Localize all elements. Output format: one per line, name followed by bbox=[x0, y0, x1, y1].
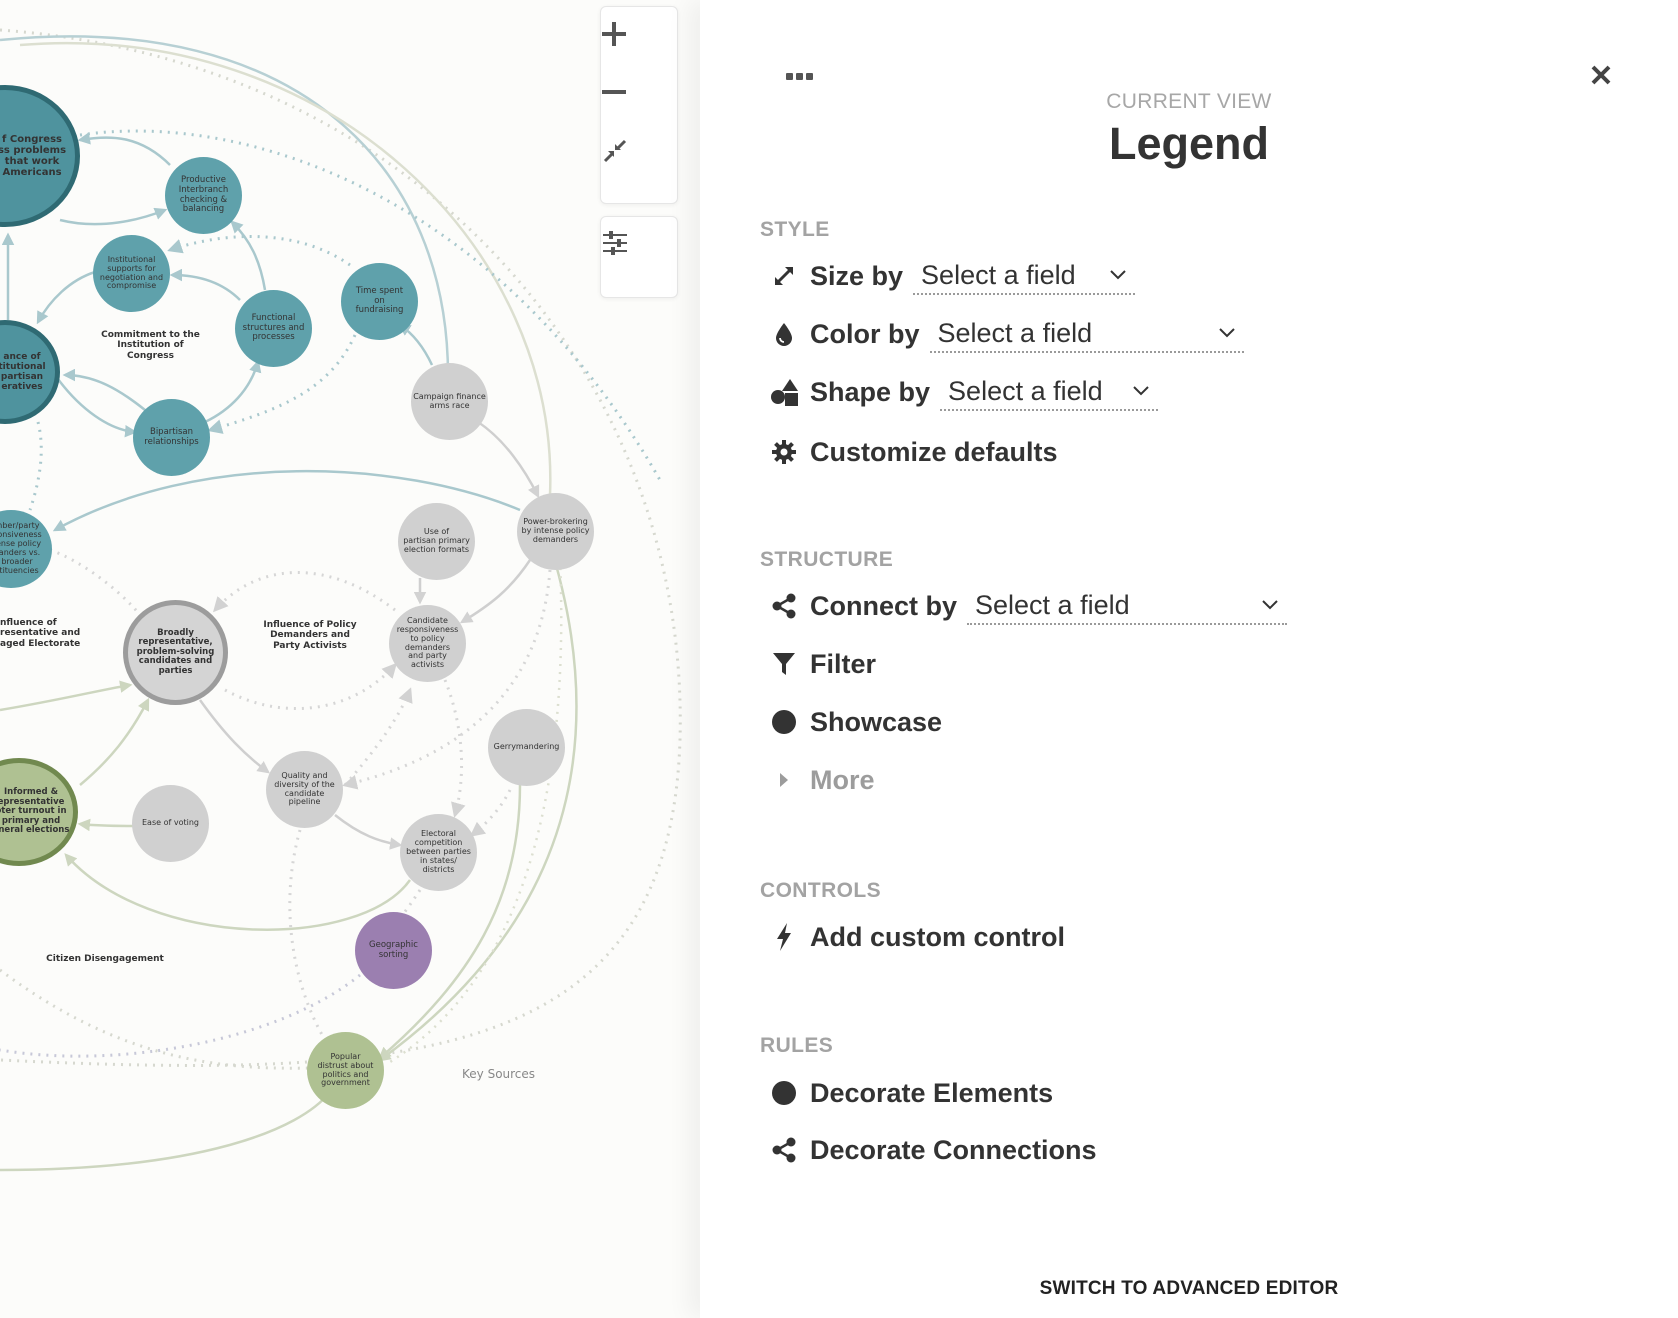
more-toggle[interactable]: More bbox=[770, 760, 875, 800]
shapes-icon bbox=[770, 378, 798, 406]
size-by-row: Size by Select a field bbox=[770, 256, 1136, 296]
map-node[interactable]: Electoral competition between parties in… bbox=[400, 814, 477, 891]
key-sources-label: Key Sources bbox=[462, 1067, 536, 1081]
section-heading-rules: RULES bbox=[760, 1034, 834, 1057]
switch-to-advanced-editor-button[interactable]: SWITCH TO ADVANCED EDITOR bbox=[700, 1278, 1678, 1300]
map-node[interactable]: Ease of voting bbox=[132, 785, 209, 862]
add-custom-control-button[interactable]: Add custom control bbox=[770, 917, 1065, 957]
current-view-label: CURRENT VIEW bbox=[1106, 90, 1272, 113]
sliders-icon bbox=[603, 231, 627, 255]
map-node[interactable]: Bipartisan relationships bbox=[133, 399, 210, 476]
droplet-icon bbox=[770, 320, 798, 348]
circle-icon bbox=[770, 708, 798, 736]
zoom-out-button[interactable] bbox=[601, 79, 677, 135]
more-options-button[interactable] bbox=[785, 70, 815, 88]
resize-icon bbox=[770, 262, 798, 290]
section-heading-structure: STRUCTURE bbox=[760, 548, 894, 571]
caret-right-icon bbox=[770, 766, 798, 794]
decorate-connections-button[interactable]: Decorate Connections bbox=[770, 1130, 1097, 1170]
showcase-button[interactable]: Showcase bbox=[770, 702, 942, 742]
map-canvas[interactable]: f Congress ss problems that work America… bbox=[0, 0, 700, 1318]
chevron-down-icon bbox=[1218, 327, 1236, 339]
map-node[interactable]: Campaign finance arms race bbox=[411, 363, 488, 440]
lightning-icon bbox=[770, 923, 798, 951]
zoom-controls bbox=[600, 6, 678, 204]
legend-panel: CURRENT VIEW Legend STYLE Size by Select… bbox=[700, 0, 1678, 1318]
map-settings-controls bbox=[600, 216, 678, 298]
map-node[interactable]: Popular distrust about politics and gove… bbox=[307, 1032, 384, 1109]
compress-icon bbox=[603, 139, 627, 163]
section-heading-style: STYLE bbox=[760, 218, 830, 241]
chevron-down-icon bbox=[1261, 599, 1279, 611]
map-node[interactable]: Candidate responsiveness to policy deman… bbox=[389, 605, 466, 682]
shape-by-row: Shape by Select a field bbox=[770, 372, 1159, 412]
share-icon bbox=[770, 592, 798, 620]
fit-view-button[interactable] bbox=[601, 137, 677, 193]
panel-title: Legend bbox=[1108, 118, 1269, 169]
color-by-row: Color by Select a field bbox=[770, 314, 1244, 354]
connections-layer bbox=[0, 28, 682, 1172]
chevron-down-icon bbox=[1109, 269, 1127, 281]
zoom-in-button[interactable] bbox=[601, 21, 677, 77]
color-by-select[interactable]: Select a field bbox=[929, 315, 1244, 353]
gear-icon bbox=[770, 438, 798, 466]
minus-icon bbox=[602, 90, 626, 94]
map-node[interactable]: Gerrymandering bbox=[488, 709, 565, 786]
map-node[interactable]: Power-brokering by intense policy demand… bbox=[517, 493, 594, 570]
map-node[interactable]: Use of partisan primary election formats bbox=[398, 503, 475, 580]
map-node[interactable]: Geographic sorting bbox=[355, 912, 432, 989]
size-by-select[interactable]: Select a field bbox=[913, 257, 1136, 295]
group-label: Influence of Policy Demanders and Party … bbox=[263, 620, 357, 651]
close-panel-button[interactable] bbox=[1590, 64, 1612, 93]
group-label: Commitment to the Institution of Congres… bbox=[101, 330, 200, 361]
filter-icon bbox=[770, 650, 798, 678]
connect-by-row: Connect by Select a field bbox=[770, 586, 1288, 626]
map-node[interactable]: Functional structures and processes bbox=[235, 290, 312, 367]
decorate-elements-button[interactable]: Decorate Elements bbox=[770, 1073, 1053, 1113]
group-label: Citizen Disengagement bbox=[46, 954, 164, 964]
filter-button[interactable]: Filter bbox=[770, 644, 876, 684]
settings-button[interactable] bbox=[601, 229, 677, 285]
plus-icon bbox=[602, 22, 626, 46]
customize-defaults-button[interactable]: Customize defaults bbox=[770, 432, 1058, 472]
share-icon bbox=[770, 1136, 798, 1164]
group-label: nfluence of resentative and aged Elector… bbox=[0, 618, 81, 649]
chevron-down-icon bbox=[1132, 385, 1150, 397]
map-node[interactable]: Quality and diversity of the candidate p… bbox=[266, 751, 343, 828]
close-icon bbox=[1591, 65, 1611, 85]
shape-by-select[interactable]: Select a field bbox=[940, 373, 1159, 411]
connect-by-select[interactable]: Select a field bbox=[967, 587, 1288, 625]
more-dots-icon bbox=[786, 73, 813, 80]
section-heading-controls: CONTROLS bbox=[760, 879, 882, 902]
map-node[interactable]: Broadly representative, problem-solving … bbox=[123, 600, 228, 705]
map-node[interactable]: Productive Interbranch checking & balanc… bbox=[165, 157, 242, 234]
map-node[interactable]: Time spent on fundraising bbox=[341, 263, 418, 340]
circle-icon bbox=[770, 1079, 798, 1107]
map-node[interactable]: Institutional supports for negotiation a… bbox=[93, 235, 170, 312]
